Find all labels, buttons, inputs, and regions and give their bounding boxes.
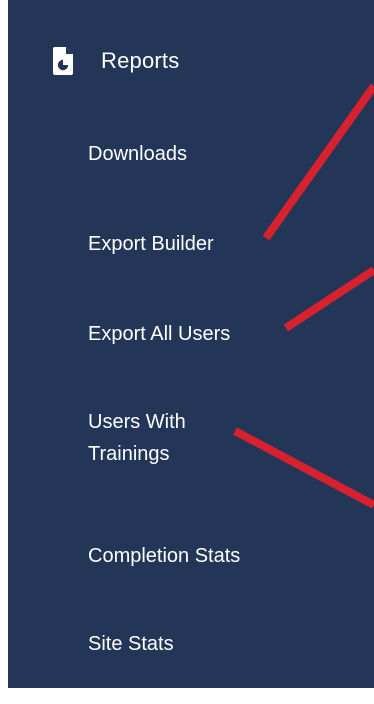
reports-section-title: Reports bbox=[101, 48, 180, 73]
sidebar-item-completion-stats[interactable]: Completion Stats bbox=[88, 540, 240, 572]
reports-sidebar: Reports Downloads Export Builder Export … bbox=[8, 0, 374, 688]
reports-section-header[interactable]: Reports bbox=[52, 44, 179, 78]
sidebar-item-downloads[interactable]: Downloads bbox=[88, 138, 187, 170]
report-document-icon bbox=[53, 47, 73, 75]
sidebar-item-users-with-trainings[interactable]: Users With Trainings bbox=[88, 406, 248, 470]
sidebar-item-site-stats[interactable]: Site Stats bbox=[88, 628, 174, 660]
sidebar-item-export-all-users[interactable]: Export All Users bbox=[88, 318, 230, 350]
sidebar-item-export-builder[interactable]: Export Builder bbox=[88, 228, 214, 260]
screenshot-canvas: Reports Downloads Export Builder Export … bbox=[0, 0, 374, 704]
